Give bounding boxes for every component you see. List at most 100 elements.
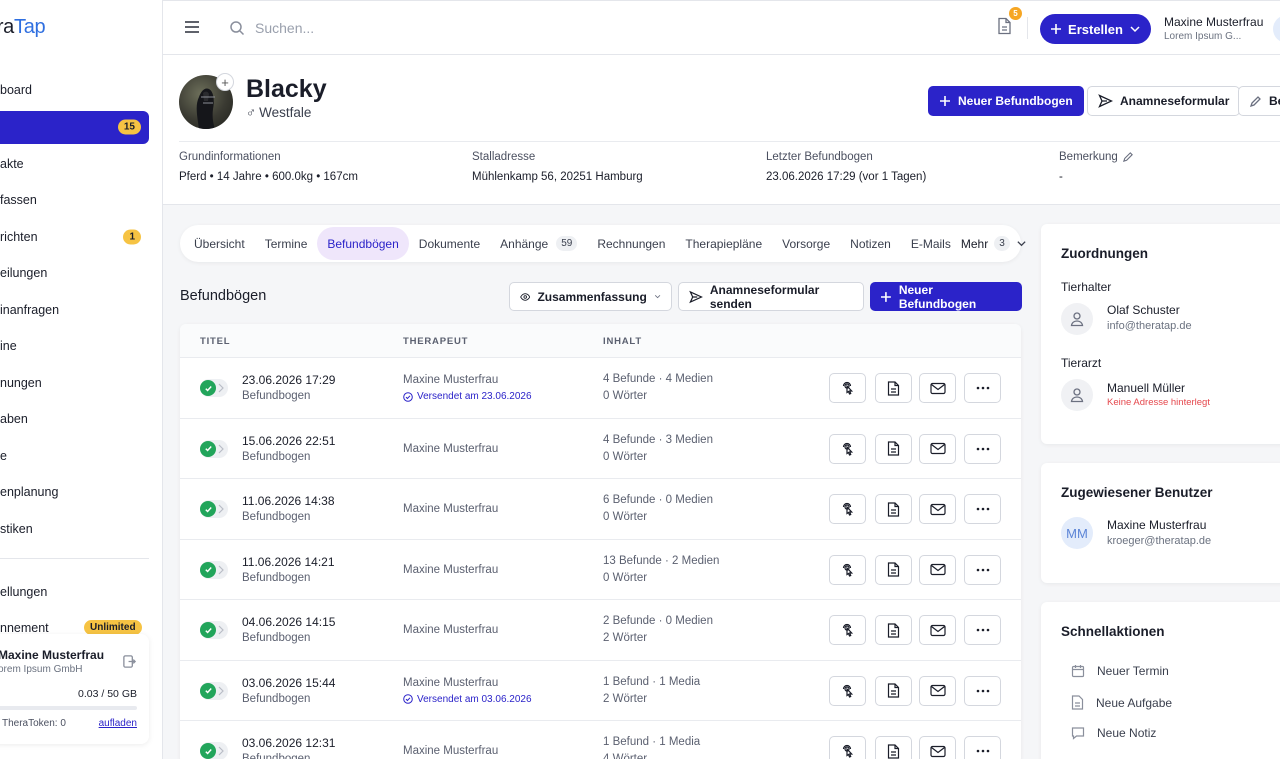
- brand-logo[interactable]: eraTap: [0, 16, 46, 39]
- edit-button[interactable]: Be: [1238, 86, 1280, 116]
- open-report-button[interactable]: [829, 494, 866, 524]
- vet-name[interactable]: Manuell Müller: [1107, 381, 1185, 395]
- top-user-name[interactable]: Maxine Musterfrau: [1164, 15, 1263, 29]
- email-button[interactable]: [919, 736, 956, 759]
- table-row[interactable]: 23.06.2026 17:29 Befundbogen Maxine Muster…: [180, 358, 1021, 419]
- table-row[interactable]: 03.06.2026 12:31 Befundbogen Maxine Muster…: [180, 721, 1021, 759]
- open-report-button[interactable]: [829, 675, 866, 706]
- avatar[interactable]: [1273, 15, 1280, 43]
- sidebar-item-messages[interactable]: richten 1: [0, 219, 149, 256]
- status-toggle[interactable]: [200, 681, 228, 700]
- sidebar-item-notifications[interactable]: eilungen: [0, 255, 149, 292]
- send-anamnesis-button[interactable]: Anamneseformular senden: [678, 282, 864, 311]
- open-report-button[interactable]: [829, 373, 866, 403]
- tab-attachments[interactable]: Anhänge 59: [490, 227, 587, 260]
- add-photo-button[interactable]: +: [216, 73, 234, 91]
- anamnesis-form-button[interactable]: Anamneseformular: [1087, 86, 1241, 116]
- summary-dropdown[interactable]: Zusammenfassung: [509, 282, 672, 311]
- table-row[interactable]: 15.06.2026 22:51 Befundbogen Maxine Muster…: [180, 419, 1021, 479]
- sidebar-item-contacts[interactable]: akte: [0, 146, 149, 183]
- email-button[interactable]: [919, 373, 956, 403]
- new-report-button[interactable]: Neuer Befundbogen: [928, 86, 1084, 116]
- table-row[interactable]: 03.06.2026 15:44 Befundbogen Maxine Muster…: [180, 661, 1021, 721]
- pencil-icon[interactable]: [1122, 151, 1134, 163]
- report-date[interactable]: 11.06.2026 14:21: [242, 555, 335, 569]
- new-task-action[interactable]: Neue Aufgabe: [1071, 695, 1172, 710]
- tab-therapy-plans[interactable]: Therapiepläne: [675, 227, 772, 260]
- table-row[interactable]: 04.06.2026 14:15 Befundbogen Maxine Muster…: [180, 600, 1021, 661]
- more-button[interactable]: [964, 736, 1001, 759]
- status-toggle[interactable]: [200, 500, 228, 518]
- new-note-action[interactable]: Neue Notiz: [1071, 726, 1156, 740]
- menu-icon[interactable]: [183, 19, 201, 35]
- more-button[interactable]: [964, 675, 1001, 706]
- sidebar-item-subscription[interactable]: nnement: [0, 621, 49, 635]
- status-toggle[interactable]: [200, 379, 228, 397]
- logout-icon[interactable]: [122, 654, 137, 669]
- more-button[interactable]: [964, 373, 1001, 403]
- assigned-user-name[interactable]: Maxine Musterfrau: [1107, 518, 1206, 532]
- tab-invoices[interactable]: Rechnungen: [587, 227, 675, 260]
- sidebar-item-planning[interactable]: enplanung: [0, 474, 149, 511]
- pdf-button[interactable]: [875, 433, 912, 464]
- owner-name[interactable]: Olaf Schuster: [1107, 303, 1180, 317]
- pdf-button[interactable]: [875, 675, 912, 706]
- sidebar-item-requests[interactable]: inanfragen: [0, 292, 149, 329]
- status-toggle[interactable]: [200, 439, 228, 458]
- reload-link[interactable]: aufladen: [99, 718, 137, 729]
- open-report-button[interactable]: [829, 615, 866, 645]
- report-date[interactable]: 11.06.2026 14:38: [242, 494, 335, 508]
- email-button[interactable]: [919, 615, 956, 645]
- tab-notes[interactable]: Notizen: [840, 227, 901, 260]
- sidebar-item-tasks[interactable]: aben: [0, 401, 149, 438]
- more-button[interactable]: [964, 615, 1001, 645]
- pdf-button[interactable]: [875, 554, 912, 585]
- sidebar-item-settings[interactable]: ellungen: [0, 585, 47, 599]
- email-button[interactable]: [919, 433, 956, 464]
- pdf-button[interactable]: [875, 373, 912, 403]
- status-toggle[interactable]: [200, 560, 228, 579]
- tab-emails[interactable]: E-Mails: [901, 227, 961, 260]
- more-button[interactable]: [964, 554, 1001, 585]
- pdf-button[interactable]: [875, 494, 912, 524]
- table-row[interactable]: 11.06.2026 14:38 Befundbogen Maxine Muster…: [180, 479, 1021, 540]
- tab-reports[interactable]: Befundbögen: [317, 227, 409, 260]
- new-appointment-action[interactable]: Neuer Termin: [1071, 664, 1169, 678]
- tab-appointments[interactable]: Termine: [255, 227, 318, 260]
- pdf-button[interactable]: [875, 736, 912, 759]
- open-report-button[interactable]: [829, 433, 866, 464]
- tab-overview[interactable]: Übersicht: [184, 227, 255, 260]
- more-button[interactable]: [964, 494, 1001, 524]
- sidebar-item-e[interactable]: e: [0, 438, 149, 475]
- tab-prevention[interactable]: Vorsorge: [772, 227, 840, 260]
- open-report-button[interactable]: [829, 554, 866, 585]
- table-row[interactable]: 11.06.2026 14:21 Befundbogen Maxine Muster…: [180, 540, 1021, 600]
- report-date[interactable]: 15.06.2026 22:51: [242, 434, 335, 448]
- owner-email[interactable]: info@theratap.de: [1107, 320, 1192, 332]
- report-date[interactable]: 04.06.2026 14:15: [242, 615, 335, 629]
- sidebar-item-active[interactable]: 15: [0, 110, 149, 144]
- sidebar-item-statistics[interactable]: stiken: [0, 511, 149, 548]
- pdf-button[interactable]: [875, 615, 912, 645]
- new-report-button-secondary[interactable]: Neuer Befundbogen: [870, 282, 1022, 311]
- create-button[interactable]: Erstellen: [1040, 14, 1151, 44]
- document-icon[interactable]: [997, 17, 1012, 35]
- report-date[interactable]: 03.06.2026 12:31: [242, 736, 335, 750]
- tab-more[interactable]: Mehr 3: [961, 236, 1037, 251]
- sidebar-item-capture[interactable]: fassen: [0, 182, 149, 219]
- tab-documents[interactable]: Dokumente: [409, 227, 490, 260]
- email-button[interactable]: [919, 675, 956, 706]
- sidebar-item-invoices[interactable]: nungen: [0, 365, 149, 402]
- more-button[interactable]: [964, 433, 1001, 464]
- sidebar-item-dashboard[interactable]: board: [0, 72, 149, 109]
- search-input[interactable]: [255, 15, 555, 41]
- sidebar-item-appointments[interactable]: ine: [0, 328, 149, 365]
- assigned-user-email[interactable]: kroeger@theratap.de: [1107, 535, 1211, 547]
- report-date[interactable]: 03.06.2026 15:44: [242, 676, 335, 690]
- status-toggle[interactable]: [200, 621, 228, 639]
- open-report-button[interactable]: [829, 736, 866, 759]
- status-toggle[interactable]: [200, 742, 228, 759]
- email-button[interactable]: [919, 554, 956, 585]
- report-date[interactable]: 23.06.2026 17:29: [242, 373, 335, 387]
- email-button[interactable]: [919, 494, 956, 524]
